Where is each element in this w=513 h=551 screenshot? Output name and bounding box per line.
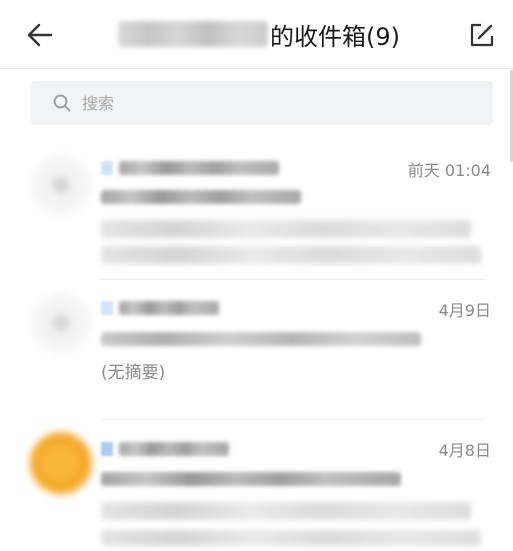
mail-list-item[interactable]: 4月9日 (无摘要) (0, 280, 513, 420)
mail-preview-redacted (101, 502, 471, 520)
compose-edit-icon (470, 23, 494, 47)
sender-flag-icon (101, 301, 113, 315)
mail-preview-redacted (101, 220, 471, 238)
mail-date: 前天 01:04 (407, 161, 491, 180)
page-title-text: 的收件箱(9) (270, 22, 400, 51)
sender-flag-icon (101, 161, 113, 175)
sender-avatar (30, 154, 92, 216)
sender-flag-icon (101, 442, 113, 456)
sender-avatar (30, 432, 92, 494)
page-title: 的收件箱(9) (118, 16, 400, 52)
top-bar: 的收件箱(9) (0, 0, 513, 69)
mail-date: 4月9日 (438, 301, 491, 320)
search-icon (53, 94, 71, 112)
mail-subject-redacted (101, 472, 401, 486)
mail-inbox-screen: 的收件箱(9) 前天 01:04 (0, 0, 513, 551)
mail-subject-redacted (101, 190, 301, 204)
sender-name-redacted (101, 157, 279, 179)
mail-summary: (无摘要) (101, 363, 166, 383)
mail-preview-redacted-2 (101, 246, 481, 264)
compose-button[interactable] (469, 22, 495, 48)
mail-subject-redacted (101, 332, 421, 346)
mail-list-item[interactable]: 前天 01:04 (0, 140, 513, 280)
search-input[interactable] (80, 92, 444, 114)
account-name-redacted (118, 21, 268, 47)
sender-avatar (30, 292, 92, 354)
mail-list-item[interactable]: 4月8日 (0, 420, 513, 551)
arrow-left-icon (27, 23, 53, 47)
sender-name-redacted (101, 297, 219, 319)
search-bar[interactable] (31, 81, 493, 125)
back-button[interactable] (24, 20, 56, 50)
mail-date: 4月8日 (438, 441, 491, 460)
mail-preview-redacted-2 (101, 530, 481, 546)
sender-name-redacted (101, 438, 229, 460)
